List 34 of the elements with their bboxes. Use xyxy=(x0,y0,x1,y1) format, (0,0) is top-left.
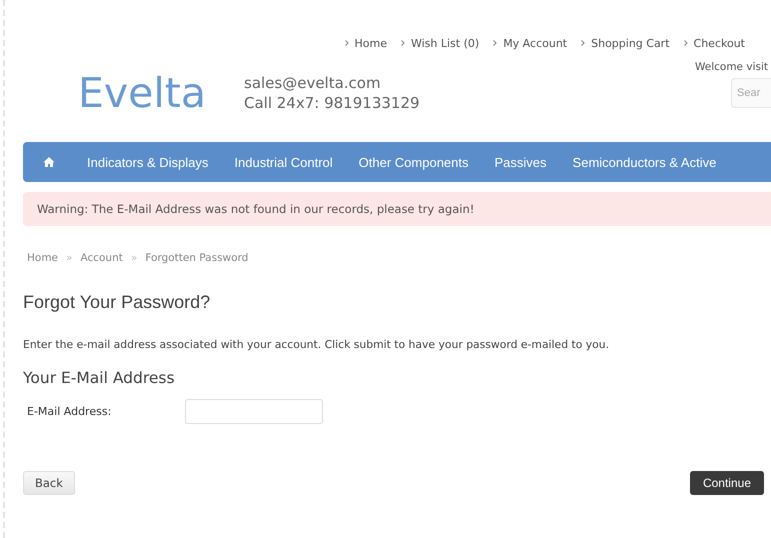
home-icon[interactable] xyxy=(43,156,55,168)
top-link[interactable]: Shopping Cart xyxy=(581,34,670,52)
breadcrumb-link[interactable]: Account xyxy=(80,252,123,264)
section-heading: Your E-Mail Address xyxy=(23,369,176,387)
nav-item[interactable]: Indicators & Displays xyxy=(87,154,208,170)
nav-item[interactable]: Other Components xyxy=(358,154,469,170)
chevron-icon xyxy=(581,40,586,46)
nav-item[interactable]: Passives xyxy=(494,154,547,170)
back-button[interactable]: Back xyxy=(23,471,75,495)
nav-item[interactable]: Semiconductors & Active xyxy=(572,154,716,170)
logo[interactable]: Evelta xyxy=(78,69,244,117)
top-link[interactable]: Checkout xyxy=(684,34,745,52)
welcome-text: Welcome visit xyxy=(694,61,769,75)
intro-text: Enter the e-mail address associated with your account. Click submit to have your password e-mailed to you. xyxy=(23,338,610,351)
search-field[interactable]: Sear xyxy=(731,78,771,108)
phone-text: Call 24x7: 9819133129 xyxy=(244,94,420,112)
continue-button[interactable]: Continue xyxy=(690,471,764,495)
nav-item[interactable]: Industrial Control xyxy=(234,154,333,170)
breadcrumb-separator: » xyxy=(130,252,138,264)
breadcrumb-link[interactable]: Forgotten Password xyxy=(145,252,248,264)
top-link[interactable]: Home xyxy=(344,34,387,52)
field-label: E-Mail Address: xyxy=(26,405,112,418)
email-text: sales@evelta.com xyxy=(244,74,382,92)
breadcrumb-link[interactable]: Home xyxy=(27,252,58,264)
warning-text: Warning: The E-Mail Address was not found in our records, please try again! xyxy=(37,202,474,216)
email-field[interactable] xyxy=(185,399,323,424)
top-link[interactable]: Wish List (0) xyxy=(400,34,480,52)
page-title: Forgot Your Password? xyxy=(23,292,212,313)
breadcrumb-separator: » xyxy=(66,252,72,264)
top-link[interactable]: My Account xyxy=(493,34,568,52)
chevron-icon xyxy=(400,40,405,46)
chevron-icon xyxy=(684,40,688,46)
chevron-icon xyxy=(493,40,498,46)
chevron-icon xyxy=(344,40,348,46)
